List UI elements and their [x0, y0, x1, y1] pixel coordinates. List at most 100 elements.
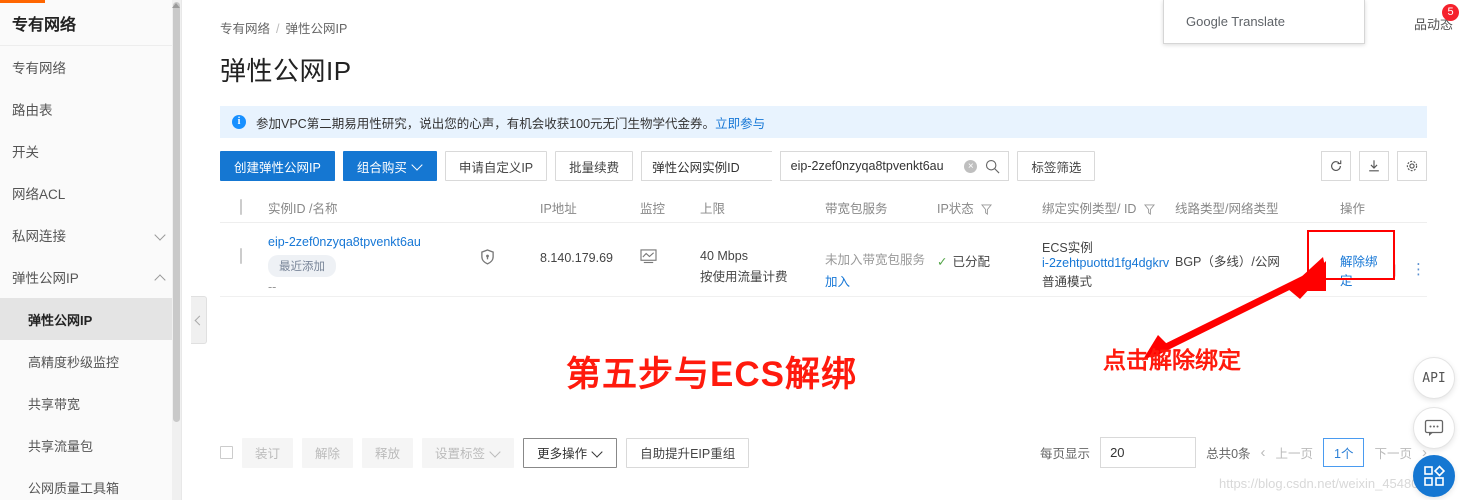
sidebar-item-shared-traffic-package[interactable]: 共享流量包	[0, 424, 181, 466]
search-icon[interactable]	[985, 159, 1000, 174]
col-bind-type: 绑定实例类型/ ID	[1042, 198, 1175, 217]
row-checkbox[interactable]	[240, 248, 242, 264]
monitor-chart-icon[interactable]	[640, 249, 657, 264]
annotation-step-text: 第五步与ECS解绑	[566, 355, 857, 394]
more-operations-label: 更多操作	[537, 447, 588, 461]
bundle-purchase-label: 组合购买	[356, 160, 407, 175]
chat-fab-button[interactable]	[1413, 407, 1455, 449]
sidebar-title: 专有网络	[0, 0, 181, 46]
table-header-row: 实例ID /名称 IP地址 监控 上限 带宽包服务 IP状态 绑定实例类型/ I…	[220, 192, 1427, 223]
bundle-purchase-button[interactable]: 组合购买	[342, 151, 437, 181]
cell-monitor	[640, 235, 700, 267]
set-tag-button: 设置标签	[422, 437, 515, 468]
sidebar-item-label: 公网质量工具箱	[28, 480, 120, 496]
app-root: 专有网络 专有网络 路由表 开关 网络ACL 私网连接 弹性公网IP 弹性公网I…	[0, 0, 1465, 500]
ip-status-text: 已分配	[952, 255, 990, 269]
filter-icon[interactable]	[1143, 203, 1155, 215]
search-input[interactable]: eip-2zef0nzyqa8tpvenkt6au	[791, 159, 965, 173]
sidebar-item-network-acl[interactable]: 网络ACL	[0, 172, 181, 214]
col-line-type: 线路类型/网络类型	[1175, 201, 1279, 216]
notice-link[interactable]: 立即参与	[715, 113, 765, 132]
cell-ip-address: 8.140.179.69	[540, 251, 613, 265]
cell-limit: 40 Mbps 按使用流量计费	[700, 235, 825, 285]
refresh-icon	[1331, 160, 1342, 171]
chevron-down-icon	[413, 161, 423, 171]
sidebar-accent-bar	[0, 0, 45, 3]
tag-filter-button[interactable]: 标签筛选	[1017, 151, 1096, 181]
sidebar-item-route-table[interactable]: 路由表	[0, 88, 181, 130]
search-field-value: 弹性公网实例ID	[652, 160, 740, 175]
instance-id-link[interactable]: eip-2zef0nzyqa8tpvenkt6au	[268, 235, 480, 249]
chevron-down-icon	[155, 229, 167, 241]
bandwidth-service-join-link[interactable]: 加入	[825, 271, 937, 290]
col-limit: 上限	[700, 201, 726, 216]
download-button[interactable]	[1359, 151, 1389, 181]
check-icon: ✓	[937, 255, 948, 269]
sidebar-item-switch[interactable]: 开关	[0, 130, 181, 172]
next-page-button[interactable]: 下一页	[1374, 443, 1412, 462]
total-count: 总共0条	[1206, 447, 1251, 461]
sidebar-item-label: 弹性公网IP	[12, 271, 79, 286]
chevron-down-icon	[1176, 448, 1186, 458]
page-size-select[interactable]: 20	[1100, 437, 1197, 468]
bandwidth-service-status: 未加入带宽包服务	[825, 253, 926, 267]
eip-upgrade-button[interactable]: 自助提升EIP重组	[626, 437, 750, 468]
sidebar-item-eip-group[interactable]: 弹性公网IP	[0, 256, 181, 298]
col-bandwidth-service: 带宽包服务	[825, 201, 888, 216]
batch-renew-button[interactable]: 批量续费	[555, 151, 634, 181]
sidebar-item-hires-monitor[interactable]: 高精度秒级监控	[0, 340, 181, 382]
col-actions: 操作	[1340, 201, 1366, 216]
annotation-click-text: 点击解除绑定	[1103, 347, 1241, 373]
sidebar-item-label: 网络ACL	[12, 187, 66, 202]
search-field-select[interactable]: 弹性公网实例ID	[641, 151, 772, 181]
cell-ip-status: ✓ 已分配	[937, 235, 1042, 270]
clear-icon[interactable]: ×	[964, 159, 978, 173]
cell-bandwidth-service: 未加入带宽包服务 加入	[825, 235, 937, 290]
more-operations-button[interactable]: 更多操作	[523, 437, 618, 468]
col-bind-type-label: 绑定实例类型/ ID	[1042, 201, 1137, 216]
gear-icon	[1406, 160, 1418, 172]
sidebar-item-label: 开关	[12, 145, 39, 160]
current-page-indicator[interactable]: 1个	[1323, 438, 1365, 467]
filter-icon[interactable]	[981, 203, 993, 215]
sidebar-item-label: 路由表	[12, 103, 53, 118]
page-size-label: 每页显示	[1040, 447, 1091, 461]
breadcrumb-root[interactable]: 专有网络	[220, 22, 270, 36]
api-fab-button[interactable]: API	[1413, 357, 1455, 399]
breadcrumb-current: 弹性公网IP	[285, 22, 348, 36]
unbind-button[interactable]: 解除绑定	[1340, 251, 1380, 289]
chat-icon	[1424, 419, 1444, 436]
sidebar-item-label: 共享带宽	[28, 396, 81, 412]
chevron-down-icon	[593, 448, 603, 458]
action-divider: |	[1393, 263, 1397, 277]
release-button: 释放	[362, 437, 414, 468]
cell-actions: 解除绑定 | ⋮	[1340, 235, 1427, 289]
select-all-checkbox[interactable]	[240, 199, 242, 215]
instance-name: --	[268, 280, 277, 294]
row-select-cell	[220, 235, 268, 264]
settings-button[interactable]	[1397, 151, 1427, 181]
bottom-select-all-checkbox[interactable]	[220, 446, 233, 459]
limit-speed: 40 Mbps	[700, 249, 748, 263]
custom-ip-button[interactable]: 申请自定义IP	[444, 151, 548, 181]
refresh-button[interactable]	[1321, 151, 1351, 181]
prev-page-button[interactable]: 上一页	[1276, 443, 1314, 462]
scroll-up-arrow-icon[interactable]	[172, 3, 180, 8]
create-eip-button[interactable]: 创建弹性公网IP	[220, 151, 335, 181]
limit-billing: 按使用流量计费	[700, 270, 788, 284]
sidebar-scrollbar-thumb[interactable]	[173, 2, 180, 422]
sidebar-item-public-quality-toolbox[interactable]: 公网质量工具箱	[0, 466, 181, 500]
search-input-wrap[interactable]: eip-2zef0nzyqa8tpvenkt6au ×	[779, 151, 1010, 181]
sidebar-item-private-link[interactable]: 私网连接	[0, 214, 181, 256]
apps-fab-button[interactable]	[1413, 455, 1455, 497]
sidebar-collapse-handle[interactable]	[191, 296, 207, 344]
col-monitor: 监控	[640, 201, 666, 216]
breadcrumb-separator: /	[276, 22, 280, 36]
bind-button: 装订	[242, 437, 294, 468]
sidebar-item-shared-bandwidth[interactable]: 共享带宽	[0, 382, 181, 424]
sidebar-item-vpc[interactable]: 专有网络	[0, 46, 181, 88]
page-size-value: 20	[1110, 445, 1125, 460]
more-actions-icon[interactable]: ⋮	[1411, 262, 1427, 277]
prev-page-arrow-icon[interactable]: ‹	[1261, 444, 1266, 461]
sidebar-item-eip[interactable]: 弹性公网IP	[0, 298, 181, 340]
